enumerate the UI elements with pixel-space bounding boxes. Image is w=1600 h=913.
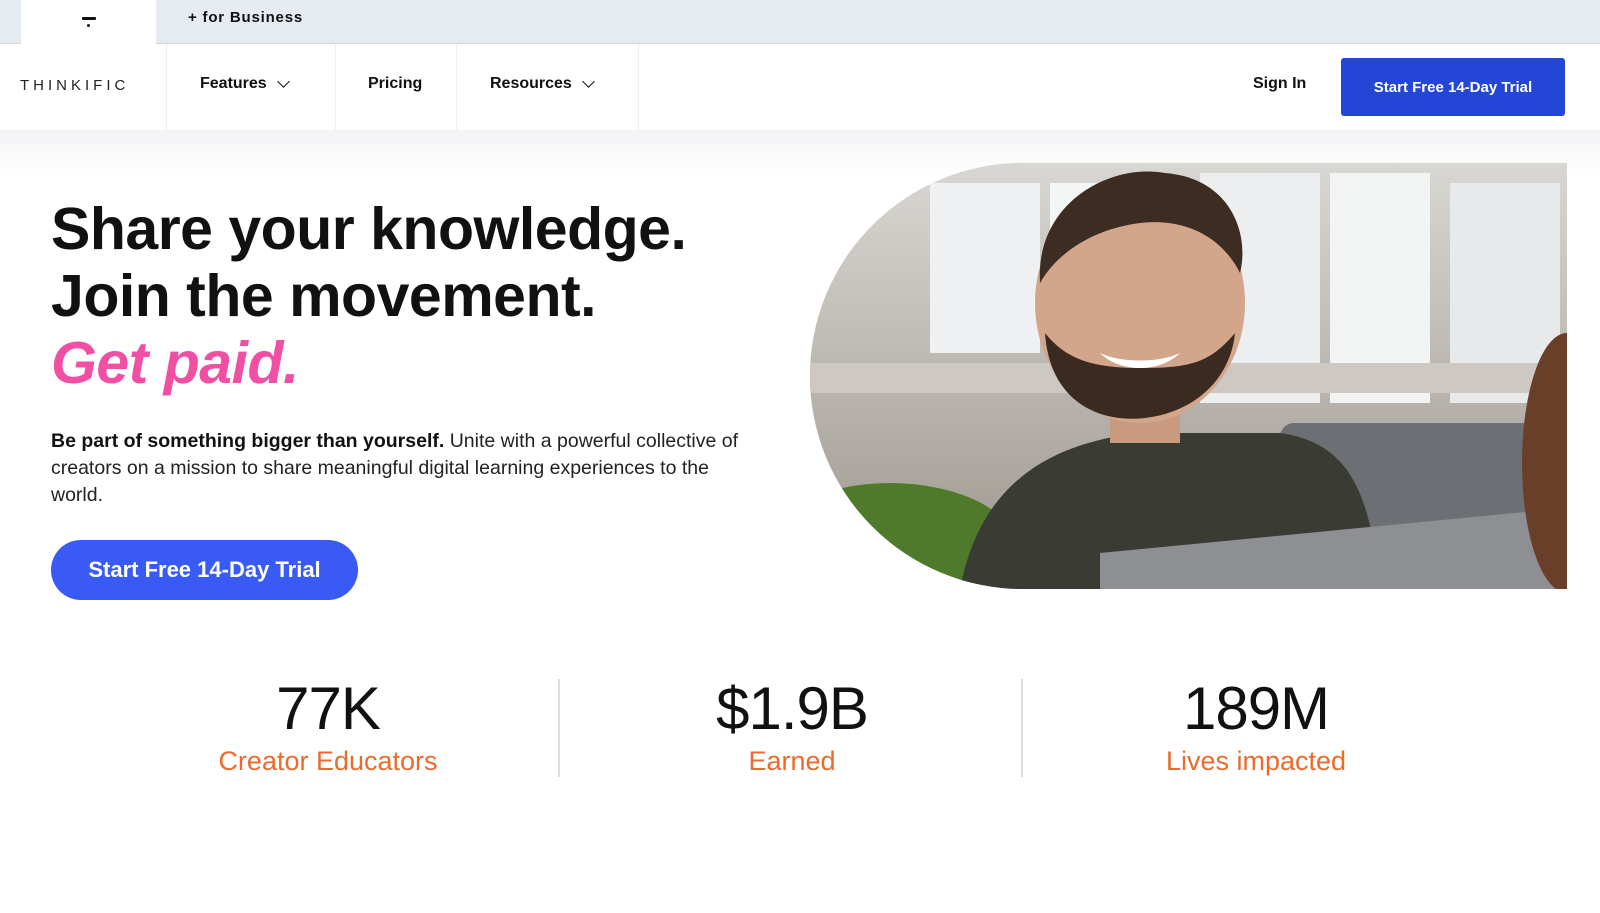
stat-lives: 189M Lives impacted	[1046, 676, 1466, 778]
top-utility-bar: + for Business	[0, 0, 1600, 45]
stat-label: Lives impacted	[1165, 746, 1347, 776]
thinkific-mark-icon	[81, 16, 96, 29]
hero-start-trial-button[interactable]: Start Free 14-Day Trial	[51, 540, 358, 600]
nav-divider	[335, 44, 336, 130]
nav-divider	[638, 44, 639, 130]
sign-in-link[interactable]: Sign In	[1253, 75, 1306, 93]
chevron-down-icon	[581, 75, 595, 88]
nav-item-pricing[interactable]: Pricing	[368, 75, 422, 93]
stat-label: Earned	[748, 746, 836, 776]
hero-line-2: Join the movement.	[51, 263, 597, 329]
for-business-link[interactable]: + for Business	[188, 9, 303, 26]
start-trial-button[interactable]: Start Free 14-Day Trial	[1341, 58, 1565, 116]
stat-creators: 77K Creator Educators	[118, 676, 538, 778]
stat-divider	[1021, 679, 1023, 777]
hero-photo	[810, 163, 1567, 589]
stat-label: Creator Educators	[218, 746, 438, 776]
hero-description: Be part of something bigger than yoursel…	[51, 428, 741, 509]
stat-divider	[558, 679, 560, 777]
stat-value: 189M	[1182, 675, 1330, 742]
nav-item-label: Pricing	[368, 75, 423, 92]
hero-accent-line: Get paid.	[51, 330, 299, 396]
nav-item-features[interactable]: Features	[200, 75, 290, 93]
thinkific-tab[interactable]	[21, 0, 156, 45]
nav-item-resources[interactable]: Resources	[490, 75, 595, 93]
stat-value: 77K	[276, 675, 381, 742]
nav-item-label: Resources	[490, 75, 572, 92]
nav-item-label: Features	[200, 75, 267, 92]
hero-photo-illustration	[810, 163, 1567, 589]
chevron-down-icon	[276, 75, 290, 88]
hero-line-1: Share your knowledge.	[51, 196, 687, 262]
stat-earned: $1.9B Earned	[582, 676, 1002, 778]
stat-value: $1.9B	[716, 675, 869, 742]
main-nav: THINKIFIC Features Pricing Resources Sig…	[0, 44, 1600, 130]
hero-lead-bold: Be part of something bigger than yoursel…	[51, 430, 445, 452]
brand-logo[interactable]: THINKIFIC	[20, 77, 129, 94]
hero-headline: Share your knowledge. Join the movement.…	[51, 196, 687, 397]
nav-divider	[456, 44, 457, 130]
nav-divider	[166, 44, 167, 130]
